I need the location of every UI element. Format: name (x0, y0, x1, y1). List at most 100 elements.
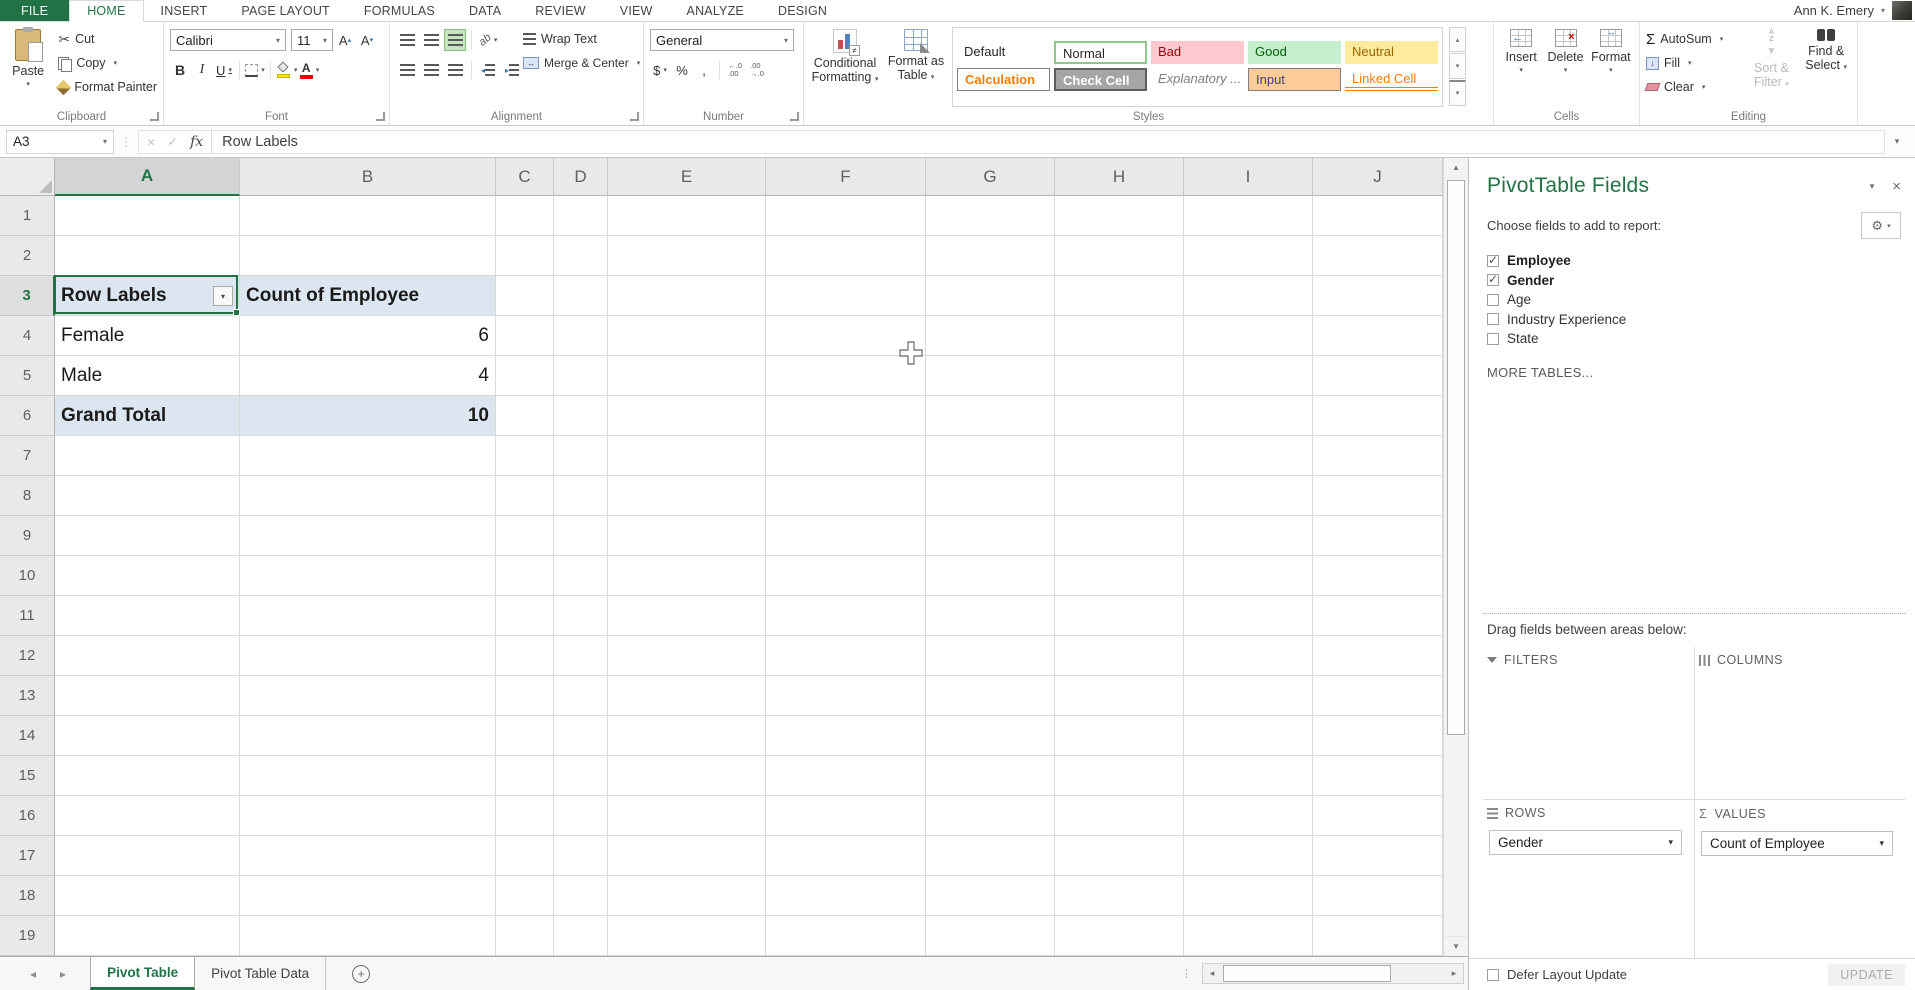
cell-A11[interactable] (55, 596, 240, 636)
rows-field-gender[interactable]: Gender ▾ (1489, 830, 1682, 855)
cell-D9[interactable] (554, 516, 608, 556)
cell-G14[interactable] (926, 716, 1055, 756)
cell-G10[interactable] (926, 556, 1055, 596)
row-header-18[interactable]: 18 (0, 876, 55, 916)
column-header-g[interactable]: G (926, 158, 1055, 196)
cell-A1[interactable] (55, 196, 240, 236)
percent-style-button[interactable]: % (672, 60, 692, 80)
style-bad[interactable]: Bad (1151, 41, 1244, 64)
bottom-align-button[interactable] (444, 29, 466, 51)
scroll-right-icon[interactable]: ▸ (1445, 968, 1463, 979)
column-header-i[interactable]: I (1184, 158, 1313, 196)
cell-I4[interactable] (1184, 316, 1313, 356)
cell-B7[interactable] (240, 436, 496, 476)
vertical-scroll-thumb[interactable] (1447, 180, 1465, 735)
cell-D19[interactable] (554, 916, 608, 956)
cell-D18[interactable] (554, 876, 608, 916)
cell-B8[interactable] (240, 476, 496, 516)
cell-D12[interactable] (554, 636, 608, 676)
ribbon-tab-view[interactable]: VIEW (603, 0, 670, 21)
cell-H13[interactable] (1055, 676, 1184, 716)
cell-H9[interactable] (1055, 516, 1184, 556)
cell-G18[interactable] (926, 876, 1055, 916)
cell-E14[interactable] (608, 716, 766, 756)
cell-A5[interactable]: Male (55, 356, 240, 396)
row-header-19[interactable]: 19 (0, 916, 55, 956)
pane-options-icon[interactable]: ▾ (1870, 181, 1875, 192)
cell-F6[interactable] (766, 396, 926, 436)
cell-G2[interactable] (926, 236, 1055, 276)
cell-B9[interactable] (240, 516, 496, 556)
font-size-dropdown-icon[interactable]: ▾ (323, 36, 327, 45)
cell-H6[interactable] (1055, 396, 1184, 436)
field-gender[interactable]: Gender (1487, 271, 1901, 291)
cell-A10[interactable] (55, 556, 240, 596)
gallery-down-icon[interactable]: ▾ (1449, 53, 1466, 78)
cell-A14[interactable] (55, 716, 240, 756)
sheet-tab-pivot-table[interactable]: Pivot Table (90, 957, 195, 990)
cell-D7[interactable] (554, 436, 608, 476)
borders-button[interactable] (245, 60, 265, 80)
cell-E8[interactable] (608, 476, 766, 516)
cell-G1[interactable] (926, 196, 1055, 236)
cell-I12[interactable] (1184, 636, 1313, 676)
ribbon-tab-insert[interactable]: INSERT (144, 0, 225, 21)
cell-J15[interactable] (1313, 756, 1443, 796)
cell-C8[interactable] (496, 476, 554, 516)
cell-B16[interactable] (240, 796, 496, 836)
cell-J19[interactable] (1313, 916, 1443, 956)
copy-button[interactable]: Copy (58, 51, 157, 75)
style-default[interactable]: Default (957, 41, 1050, 64)
middle-align-button[interactable] (420, 29, 442, 51)
number-dialog-launcher-icon[interactable] (790, 112, 799, 121)
cell-I13[interactable] (1184, 676, 1313, 716)
style-input[interactable]: Input (1248, 68, 1341, 91)
field-checkbox[interactable] (1487, 274, 1499, 286)
cell-I19[interactable] (1184, 916, 1313, 956)
field-employee[interactable]: Employee (1487, 251, 1901, 271)
cell-F17[interactable] (766, 836, 926, 876)
row-header-9[interactable]: 9 (0, 516, 55, 556)
cell-E1[interactable] (608, 196, 766, 236)
cell-E17[interactable] (608, 836, 766, 876)
cell-C19[interactable] (496, 916, 554, 956)
decrease-indent-button[interactable]: ◂ (477, 59, 499, 81)
cell-J16[interactable] (1313, 796, 1443, 836)
cell-B12[interactable] (240, 636, 496, 676)
format-cells-button[interactable]: ↔ Format ▾ (1589, 27, 1633, 107)
cell-D4[interactable] (554, 316, 608, 356)
cell-D5[interactable] (554, 356, 608, 396)
cell-E9[interactable] (608, 516, 766, 556)
cell-F16[interactable] (766, 796, 926, 836)
cell-C1[interactable] (496, 196, 554, 236)
cell-C4[interactable] (496, 316, 554, 356)
find-select-button[interactable]: Find &Select ▾ (1801, 27, 1851, 107)
column-header-j[interactable]: J (1313, 158, 1443, 196)
field-checkbox[interactable] (1487, 255, 1499, 267)
gallery-up-icon[interactable]: ▴ (1449, 27, 1466, 52)
sheet-tab-pivot-table-data[interactable]: Pivot Table Data (195, 957, 326, 990)
sheet-nav-right-icon[interactable]: ▸ (60, 967, 66, 981)
cell-J7[interactable] (1313, 436, 1443, 476)
style-check-cell[interactable]: Check Cell (1054, 68, 1147, 91)
cell-C3[interactable] (496, 276, 554, 316)
cell-G19[interactable] (926, 916, 1055, 956)
cell-I14[interactable] (1184, 716, 1313, 756)
cell-A4[interactable]: Female (55, 316, 240, 356)
cell-H3[interactable] (1055, 276, 1184, 316)
cell-B1[interactable] (240, 196, 496, 236)
scroll-up-icon[interactable]: ▴ (1444, 158, 1468, 178)
ribbon-tab-page-layout[interactable]: PAGE LAYOUT (224, 0, 347, 21)
cell-J6[interactable] (1313, 396, 1443, 436)
ribbon-tab-data[interactable]: DATA (452, 0, 518, 21)
column-header-b[interactable]: B (240, 158, 496, 196)
italic-button[interactable]: I (192, 60, 212, 80)
cell-B6[interactable]: 10 (240, 396, 496, 436)
cell-F12[interactable] (766, 636, 926, 676)
tools-button[interactable]: ⚙ ▾ (1861, 212, 1901, 239)
cell-G7[interactable] (926, 436, 1055, 476)
columns-area[interactable]: COLUMNS (1694, 647, 1905, 800)
fill-color-button[interactable] (276, 60, 298, 80)
gallery-more-icon[interactable]: ▾ (1449, 80, 1466, 106)
cell-E5[interactable] (608, 356, 766, 396)
